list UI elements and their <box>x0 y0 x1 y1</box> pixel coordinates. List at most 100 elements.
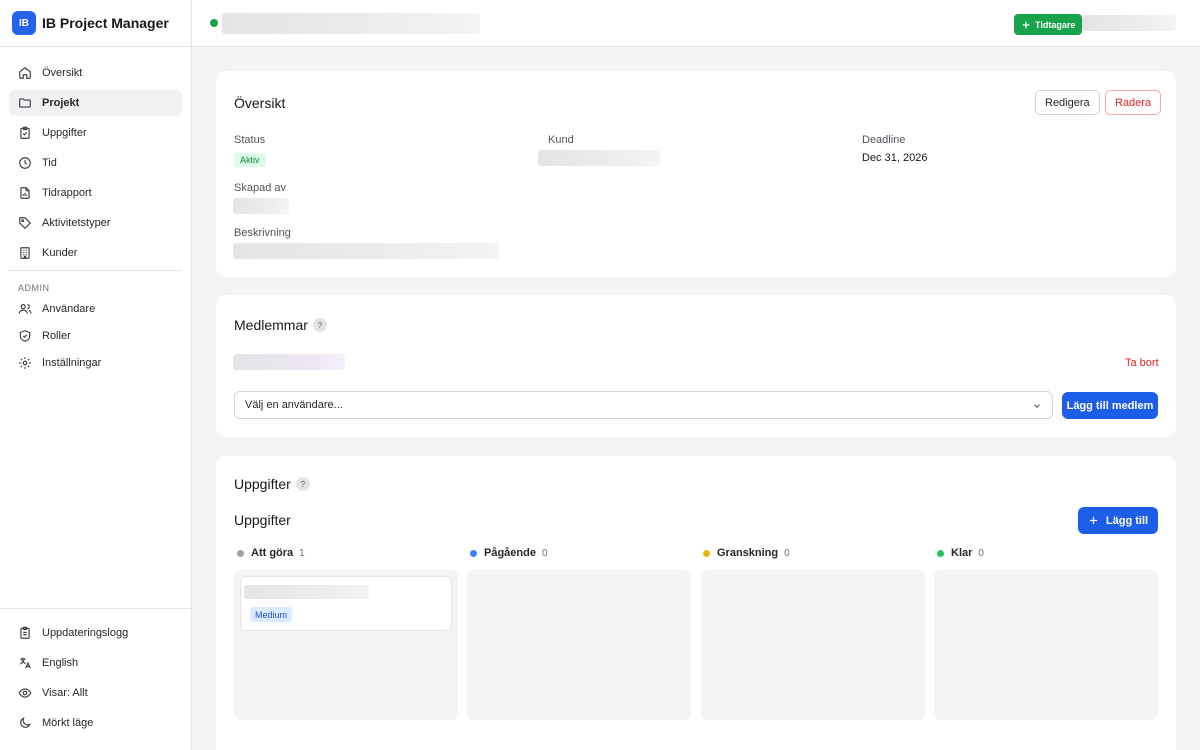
user-select[interactable]: Välj en användare... <box>234 391 1053 419</box>
nav-item-label: Användare <box>42 303 96 315</box>
brand[interactable]: IB IB Project Manager <box>0 0 191 47</box>
column-label: Pågående <box>484 547 536 559</box>
nav-item-label: English <box>42 657 79 669</box>
tasks-title: Uppgifter <box>234 476 291 492</box>
column-count: 1 <box>299 547 305 559</box>
column-done[interactable] <box>934 570 1158 720</box>
column-label: Klar <box>951 547 973 559</box>
edit-button[interactable]: Redigera <box>1035 90 1100 115</box>
status-badge: Aktiv <box>234 153 266 167</box>
column-header-review: Granskning 0 <box>703 547 790 559</box>
language-toggle[interactable]: English <box>9 650 182 676</box>
created-by-redacted <box>233 198 289 214</box>
members-title: Medlemmar <box>234 317 308 333</box>
nav-item-roller[interactable]: Roller <box>9 323 182 349</box>
plus-icon <box>1022 21 1030 28</box>
column-label: Granskning <box>717 547 779 559</box>
nav-item-oversikt[interactable]: Översikt <box>9 60 182 86</box>
add-task-label: Lägg till <box>1105 514 1149 527</box>
nav-item-uppdateringslogg[interactable]: Uppdateringslogg <box>9 620 182 646</box>
deadline-value: Dec 31, 2026 <box>862 152 928 164</box>
clock-icon <box>18 156 32 170</box>
language-icon <box>18 656 32 670</box>
overview-card: Översikt Redigera Radera Status Aktiv Ku… <box>216 71 1176 277</box>
visibility-toggle[interactable]: Visar: Allt <box>9 680 182 706</box>
tasks-heading: Uppgifter ? <box>234 476 310 492</box>
nav-divider <box>9 270 182 271</box>
column-dot <box>937 549 944 557</box>
user-menu-redacted[interactable] <box>1082 15 1176 31</box>
nav-item-aktivitetstyper[interactable]: Aktivitetstyper <box>9 210 182 236</box>
project-title-redacted <box>222 13 480 34</box>
sidebar: IB IB Project Manager Översikt Projekt U… <box>0 0 192 750</box>
description-redacted <box>233 243 499 259</box>
plus-icon <box>1089 516 1098 525</box>
nav-item-uppgifter[interactable]: Uppgifter <box>9 120 182 146</box>
column-review[interactable] <box>701 570 925 720</box>
nav-item-tid[interactable]: Tid <box>9 150 182 176</box>
sidebar-footer: Uppdateringslogg English Visar: Allt Mör… <box>0 608 191 740</box>
nav-item-label: Översikt <box>42 67 83 79</box>
column-count: 0 <box>784 547 790 559</box>
nav-item-tidrapport[interactable]: Tidrapport <box>9 180 182 206</box>
board-title: Uppgifter <box>234 512 291 528</box>
task-title-redacted <box>244 585 369 599</box>
delete-button[interactable]: Radera <box>1105 90 1162 115</box>
top-bar: Tidtagare <box>192 0 1200 47</box>
nav-item-label: Tidrapport <box>42 187 92 199</box>
building-icon <box>18 246 32 260</box>
nav-item-label: Aktivitetstyper <box>42 217 111 229</box>
nav-item-label: Tid <box>42 157 57 169</box>
brand-logo: IB <box>12 11 36 35</box>
nav-item-label: Roller <box>42 330 71 342</box>
status-label: Status <box>234 134 266 146</box>
timer-button[interactable]: Tidtagare <box>1014 14 1083 35</box>
column-count: 0 <box>978 547 984 559</box>
add-member-button[interactable]: Lägg till medlem <box>1062 392 1158 419</box>
help-icon[interactable]: ? <box>295 477 310 491</box>
nav-item-label: Uppdateringslogg <box>42 627 129 639</box>
changelog-icon <box>18 626 32 640</box>
admin-nav: Användare Roller Inställningar <box>9 296 182 376</box>
main-nav: Översikt Projekt Uppgifter Tid Tidrappor… <box>0 47 191 376</box>
clipboard-icon <box>18 126 32 140</box>
remove-member-link[interactable]: Ta bort <box>1125 357 1159 369</box>
nav-item-label: Visar: Allt <box>42 687 88 699</box>
task-card[interactable]: Medium <box>240 576 452 631</box>
add-task-button[interactable]: Lägg till <box>1078 507 1158 534</box>
members-heading: Medlemmar ? <box>234 317 327 333</box>
nav-item-label: Uppgifter <box>42 127 87 139</box>
home-icon <box>18 66 32 80</box>
column-dot <box>703 549 710 557</box>
nav-item-projekt[interactable]: Projekt <box>9 90 182 116</box>
column-todo[interactable]: Medium <box>234 570 458 720</box>
column-count: 0 <box>541 547 548 559</box>
users-icon <box>18 302 32 316</box>
tag-icon <box>18 216 32 230</box>
priority-badge: Medium <box>250 607 293 622</box>
nav-item-anvandare[interactable]: Användare <box>9 296 182 322</box>
overview-title: Översikt <box>234 95 286 111</box>
gear-icon <box>18 356 32 370</box>
nav-item-installningar[interactable]: Inställningar <box>9 350 182 376</box>
description-label: Beskrivning <box>234 227 291 239</box>
dark-mode-toggle[interactable]: Mörkt läge <box>9 710 182 736</box>
help-icon[interactable]: ? <box>312 318 327 332</box>
column-label: Att göra <box>251 547 294 559</box>
admin-heading: ADMIN <box>18 283 50 293</box>
timer-label: Tidtagare <box>1035 19 1076 30</box>
column-in-progress[interactable] <box>467 570 691 720</box>
status-dot <box>210 19 218 27</box>
member-name-redacted <box>233 354 345 370</box>
tasks-card: Uppgifter ? Uppgifter Lägg till Att göra… <box>216 456 1176 750</box>
nav-item-label: Projekt <box>42 97 80 109</box>
nav-item-label: Kunder <box>42 247 78 259</box>
user-select-value: Välj en användare... <box>245 399 343 411</box>
folder-icon <box>18 96 32 110</box>
column-dot <box>237 549 244 557</box>
nav-item-label: Mörkt läge <box>42 717 94 729</box>
nav-item-label: Inställningar <box>42 357 102 369</box>
moon-icon <box>18 716 32 730</box>
column-header-todo: Att göra 1 <box>237 547 305 559</box>
nav-item-kunder[interactable]: Kunder <box>9 240 182 266</box>
